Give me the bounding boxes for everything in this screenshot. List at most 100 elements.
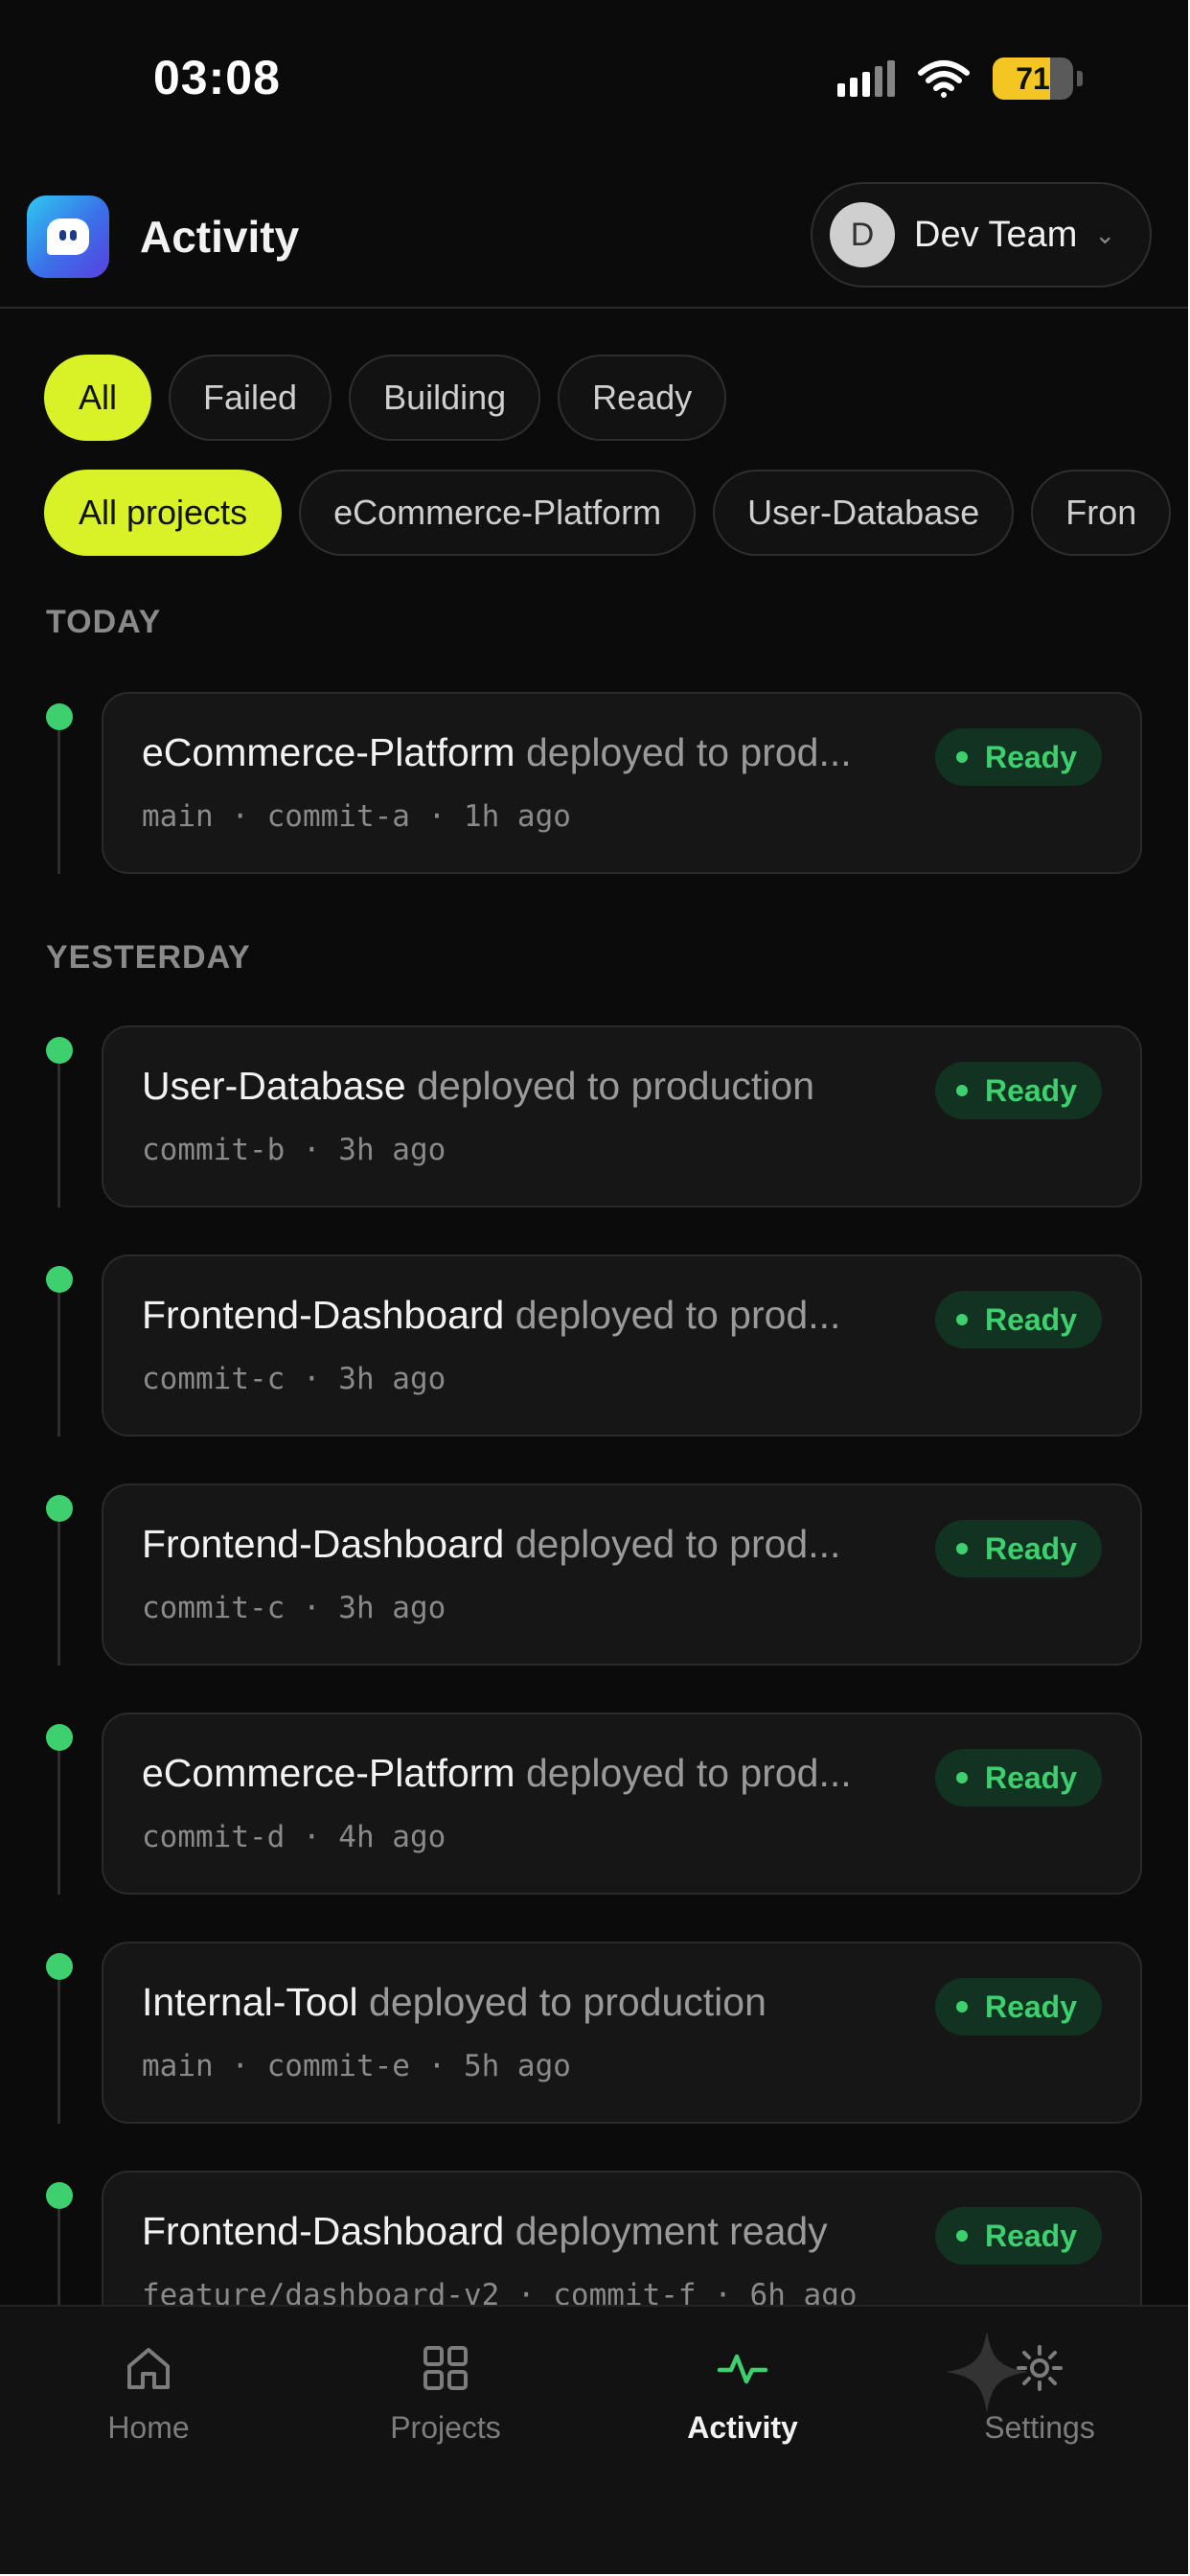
- status-badge: Ready: [934, 2207, 1102, 2265]
- status-badge: Ready: [934, 728, 1102, 786]
- app-logo-icon: [27, 196, 109, 278]
- deployment-card[interactable]: User-Database deployed to production comm…: [102, 1025, 1142, 1208]
- battery-level: 71: [1016, 60, 1050, 96]
- project-name: eCommerce-Platform: [142, 730, 515, 774]
- team-name: Dev Team: [914, 214, 1078, 255]
- status-badge-label: Ready: [984, 1072, 1077, 1108]
- page-title: Activity: [140, 212, 300, 262]
- section-label: YESTERDAY: [46, 939, 251, 976]
- filter-chip-ecommerce-platform[interactable]: eCommerce-Platform: [299, 470, 697, 556]
- nav-projects[interactable]: Projects: [340, 2341, 551, 2446]
- deployment-card[interactable]: Internal-Tool deployed to production main…: [102, 1942, 1142, 2124]
- nav-projects-label: Projects: [390, 2410, 501, 2445]
- activity-icon: [717, 2354, 768, 2384]
- filter-chip-all-projects[interactable]: All projects: [44, 470, 283, 556]
- deployment-card[interactable]: eCommerce-Platform deployed to prod... ma…: [102, 692, 1142, 874]
- status-badge-label: Ready: [984, 739, 1077, 774]
- status-dot-icon: [955, 1772, 968, 1783]
- app-screen: 03:08 71 Activity D Dev Team ⌄ All Failed…: [0, 0, 1188, 2574]
- deployment-title: eCommerce-Platform deployed to prod...: [142, 1751, 899, 1796]
- status-badge: Ready: [934, 1749, 1102, 1806]
- timeline-line: [57, 1293, 60, 1437]
- signal-icon: [837, 60, 895, 97]
- battery-cap: [1077, 71, 1083, 86]
- status-time: 03:08: [153, 51, 281, 104]
- filter-chip-fron[interactable]: Fron: [1031, 470, 1172, 556]
- timeline-dot: [46, 1266, 73, 1293]
- home-icon: [127, 2348, 170, 2389]
- timeline-dot: [46, 1953, 73, 1980]
- deployment-meta: commit-c · 3h ago: [142, 1362, 446, 1396]
- status-badge-label: Ready: [984, 2218, 1077, 2253]
- status-dot-icon: [955, 1085, 968, 1096]
- status-badge: Ready: [934, 1062, 1102, 1119]
- status-badge: Ready: [934, 1520, 1102, 1577]
- deployment-meta: main · commit-e · 5h ago: [142, 2049, 571, 2083]
- status-icons: 71: [837, 58, 1083, 100]
- deployment-action: deployed to prod...: [526, 1751, 852, 1795]
- team-switcher[interactable]: D Dev Team ⌄: [811, 182, 1152, 288]
- timeline-dot: [46, 1724, 73, 1751]
- deployment-action: deployed to production: [417, 1064, 815, 1108]
- timeline-line: [57, 730, 60, 874]
- filter-chip-ready[interactable]: Ready: [558, 355, 727, 441]
- deployment-title: eCommerce-Platform deployed to prod...: [142, 730, 899, 775]
- app-header: Activity D Dev Team ⌄: [0, 182, 1188, 309]
- status-dot-icon: [955, 1543, 968, 1554]
- deployment-action: deployed to production: [369, 1980, 767, 2024]
- project-name: eCommerce-Platform: [142, 1751, 515, 1795]
- deployment-meta: commit-d · 4h ago: [142, 1820, 446, 1854]
- deployment-action: deployment ready: [515, 2209, 828, 2253]
- filter-chip-building[interactable]: Building: [349, 355, 541, 441]
- status-dot-icon: [955, 2230, 968, 2242]
- status-badge: Ready: [934, 1291, 1102, 1348]
- deployment-action: deployed to prod...: [526, 730, 852, 774]
- status-dot-icon: [955, 1314, 968, 1325]
- wifi-icon: [918, 60, 970, 98]
- timeline-line: [57, 1064, 60, 1208]
- project-name: User-Database: [142, 1064, 406, 1108]
- filter-chip-failed[interactable]: Failed: [169, 355, 332, 441]
- timeline-dot: [46, 1495, 73, 1522]
- nav-activity[interactable]: Activity: [637, 2341, 848, 2446]
- timeline-dot: [46, 2182, 73, 2209]
- project-name: Frontend-Dashboard: [142, 2209, 505, 2253]
- filter-chip-all[interactable]: All: [44, 355, 152, 441]
- deployment-meta: commit-b · 3h ago: [142, 1133, 446, 1167]
- deployment-title: Frontend-Dashboard deployed to prod...: [142, 1522, 899, 1567]
- deployment-title: User-Database deployed to production: [142, 1064, 899, 1109]
- status-filter-bar: All Failed Building Ready: [44, 355, 727, 441]
- deployment-title: Frontend-Dashboard deployed to prod...: [142, 1293, 899, 1338]
- nav-home-label: Home: [107, 2410, 190, 2445]
- nav-activity-label: Activity: [687, 2410, 798, 2445]
- deployment-card[interactable]: eCommerce-Platform deployed to prod... co…: [102, 1713, 1142, 1895]
- timeline-line: [57, 1522, 60, 1666]
- battery-icon: 71: [993, 58, 1073, 100]
- status-badge: Ready: [934, 1978, 1102, 2036]
- sparkle-icon: [946, 2331, 1028, 2413]
- grid-icon: [423, 2346, 468, 2390]
- chevron-down-icon: ⌄: [1094, 219, 1116, 249]
- timeline-line: [57, 1751, 60, 1895]
- deployment-action: deployed to prod...: [515, 1293, 841, 1337]
- nav-home[interactable]: Home: [43, 2341, 254, 2446]
- timeline-dot: [46, 703, 73, 730]
- deployment-card[interactable]: Frontend-Dashboard deployed to prod... co…: [102, 1254, 1142, 1437]
- deployment-action: deployed to prod...: [515, 1522, 841, 1566]
- project-name: Frontend-Dashboard: [142, 1522, 505, 1566]
- status-dot-icon: [955, 751, 968, 763]
- filter-chip-user-database[interactable]: User-Database: [713, 470, 1015, 556]
- status-badge-label: Ready: [984, 1301, 1077, 1337]
- deployment-card[interactable]: Frontend-Dashboard deployed to prod... co…: [102, 1484, 1142, 1666]
- project-filter-bar: All projects eCommerce-Platform User-Datab…: [44, 470, 1172, 556]
- team-avatar: D: [830, 202, 895, 267]
- status-badge-label: Ready: [984, 1760, 1077, 1795]
- deployment-meta: main · commit-a · 1h ago: [142, 799, 571, 834]
- section-label: TODAY: [46, 604, 162, 640]
- deployment-title: Internal-Tool deployed to production: [142, 1980, 899, 2025]
- status-badge-label: Ready: [984, 1989, 1077, 2024]
- project-name: Frontend-Dashboard: [142, 1293, 505, 1337]
- deployment-meta: commit-c · 3h ago: [142, 1591, 446, 1625]
- nav-settings-label: Settings: [984, 2410, 1095, 2445]
- deployment-title: Frontend-Dashboard deployment ready: [142, 2209, 899, 2254]
